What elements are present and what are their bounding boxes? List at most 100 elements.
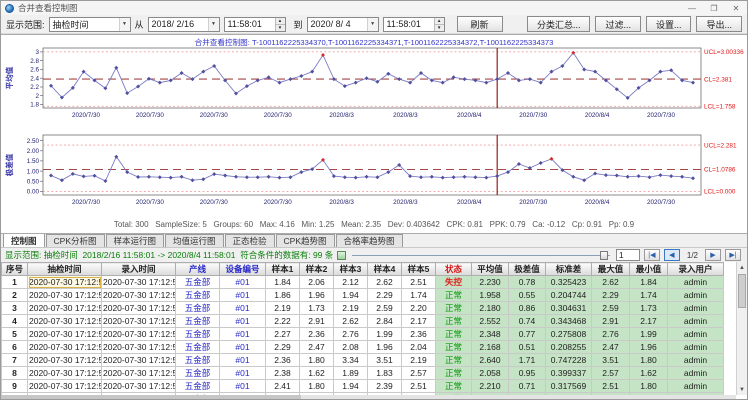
table-cell[interactable]: 2.22: [266, 315, 300, 328]
table-cell[interactable]: #01: [220, 276, 266, 289]
table-cell[interactable]: 1.99: [630, 328, 668, 341]
to-date-select[interactable]: 2020/ 8/ 4 ▼: [307, 17, 379, 32]
column-header[interactable]: 录入用户: [668, 263, 724, 276]
table-cell[interactable]: 2020-07-30 17:12:58: [102, 341, 176, 354]
table-cell[interactable]: 2.19: [334, 302, 368, 315]
table-cell[interactable]: 3.34: [334, 354, 368, 367]
table-cell[interactable]: 2.38: [266, 367, 300, 380]
settings-button[interactable]: 设置...: [646, 16, 692, 32]
scroll-thumb[interactable]: [1, 395, 301, 399]
table-cell[interactable]: 2.17: [630, 315, 668, 328]
from-date-select[interactable]: 2018/ 2/16 ▼: [148, 17, 220, 32]
table-cell[interactable]: 五金部: [176, 302, 220, 315]
table-cell[interactable]: 1.80: [300, 354, 334, 367]
column-header[interactable]: 标准差: [546, 263, 592, 276]
range-select[interactable]: 抽检时间 ▼: [49, 17, 131, 32]
table-cell[interactable]: 2.51: [402, 380, 436, 393]
table-cell[interactable]: 2.19: [266, 302, 300, 315]
spin-down-icon[interactable]: ▼: [276, 24, 285, 31]
table-cell[interactable]: 1.84: [630, 276, 668, 289]
tab-4[interactable]: 均值运行图: [165, 234, 224, 247]
table-cell[interactable]: 2.41: [266, 380, 300, 393]
table-cell[interactable]: 2.51: [402, 276, 436, 289]
table-cell[interactable]: 9: [2, 380, 28, 393]
table-cell[interactable]: 1.62: [630, 367, 668, 380]
table-cell[interactable]: #01: [220, 289, 266, 302]
table-row[interactable]: 92020-07-30 17:12:592020-07-30 17:12:59五…: [2, 380, 724, 393]
table-cell[interactable]: 正常: [436, 380, 472, 393]
table-cell[interactable]: 1.96: [630, 341, 668, 354]
table-cell[interactable]: 1.73: [630, 302, 668, 315]
table-cell[interactable]: admin: [668, 289, 724, 302]
table-cell[interactable]: 2.39: [368, 380, 402, 393]
table-cell[interactable]: 2.59: [592, 302, 630, 315]
table-cell[interactable]: 0.208255: [546, 341, 592, 354]
scroll-thumb[interactable]: [738, 274, 746, 308]
table-cell[interactable]: 3.51: [368, 354, 402, 367]
horizontal-scrollbar[interactable]: [1, 395, 736, 399]
table-cell[interactable]: 正常: [436, 354, 472, 367]
table-cell[interactable]: 0.343468: [546, 315, 592, 328]
table-cell[interactable]: admin: [668, 380, 724, 393]
table-cell[interactable]: 2.168: [472, 341, 509, 354]
close-icon[interactable]: ✕: [725, 1, 747, 15]
table-cell[interactable]: 0.275808: [546, 328, 592, 341]
table-cell[interactable]: 2.47: [300, 341, 334, 354]
table-row[interactable]: 62020-07-30 17:12:582020-07-30 17:12:58五…: [2, 341, 724, 354]
table-cell[interactable]: 4: [2, 315, 28, 328]
table-cell[interactable]: 2.76: [334, 328, 368, 341]
tab-2[interactable]: CPK分析图: [46, 234, 105, 247]
table-cell[interactable]: 0.204744: [546, 289, 592, 302]
previous-page-button[interactable]: ◀: [664, 249, 680, 261]
last-page-button[interactable]: ▶|: [725, 249, 741, 261]
table-cell[interactable]: #01: [220, 354, 266, 367]
table-cell[interactable]: 2020-07-30 17:12:58: [102, 328, 176, 341]
table-cell[interactable]: 0.78: [509, 276, 546, 289]
table-row[interactable]: 32020-07-30 17:12:582020-07-30 17:12:58五…: [2, 302, 724, 315]
table-cell[interactable]: 1.83: [368, 367, 402, 380]
table-cell[interactable]: 0.317569: [546, 380, 592, 393]
table-cell[interactable]: 1.958: [472, 289, 509, 302]
table-cell[interactable]: 2020-07-30 17:12:59: [28, 367, 102, 380]
table-cell[interactable]: 五金部: [176, 328, 220, 341]
table-cell[interactable]: #01: [220, 315, 266, 328]
table-cell[interactable]: #01: [220, 341, 266, 354]
table-cell[interactable]: 2.29: [368, 289, 402, 302]
column-header[interactable]: 样本5: [402, 263, 436, 276]
table-cell[interactable]: 2020-07-30 17:12:57: [102, 276, 176, 289]
table-cell[interactable]: 2.12: [334, 276, 368, 289]
table-cell[interactable]: 0.74: [509, 315, 546, 328]
column-header[interactable]: 产线: [176, 263, 220, 276]
tab-3[interactable]: 样本运行图: [106, 234, 165, 247]
table-cell[interactable]: 2020-07-30 17:12:59: [102, 354, 176, 367]
table-cell[interactable]: 2020-07-30 17:12:58: [102, 315, 176, 328]
table-cell[interactable]: 2.84: [368, 315, 402, 328]
table-cell[interactable]: 0.95: [509, 367, 546, 380]
refresh-button[interactable]: 刷新: [457, 16, 503, 32]
table-cell[interactable]: 1.74: [630, 289, 668, 302]
table-cell[interactable]: 2.36: [402, 328, 436, 341]
column-header[interactable]: 样本1: [266, 263, 300, 276]
column-header[interactable]: 平均值: [472, 263, 509, 276]
from-time-spinner[interactable]: 11:58:01 ▲ ▼: [224, 17, 286, 32]
table-cell[interactable]: 2.20: [402, 302, 436, 315]
table-row[interactable]: 82020-07-30 17:12:592020-07-30 17:12:59五…: [2, 367, 724, 380]
column-header[interactable]: 抽检时间: [28, 263, 102, 276]
vertical-scrollbar[interactable]: ▲ ▼: [736, 262, 747, 395]
table-cell[interactable]: 2020-07-30 17:12:57: [28, 289, 102, 302]
slider-handle[interactable]: [600, 251, 608, 260]
table-cell[interactable]: 2.640: [472, 354, 509, 367]
table-cell[interactable]: 2.27: [266, 328, 300, 341]
table-cell[interactable]: 2.57: [592, 367, 630, 380]
table-cell[interactable]: 3: [2, 302, 28, 315]
table-cell[interactable]: admin: [668, 315, 724, 328]
table-cell[interactable]: admin: [668, 367, 724, 380]
table-cell[interactable]: 8: [2, 367, 28, 380]
table-cell[interactable]: 2.91: [300, 315, 334, 328]
table-cell[interactable]: 五金部: [176, 341, 220, 354]
table-cell[interactable]: 1.74: [402, 289, 436, 302]
table-row[interactable]: 42020-07-30 17:12:582020-07-30 17:12:58五…: [2, 315, 724, 328]
table-cell[interactable]: 2.59: [368, 302, 402, 315]
column-header[interactable]: 样本4: [368, 263, 402, 276]
table-cell[interactable]: 1.73: [300, 302, 334, 315]
